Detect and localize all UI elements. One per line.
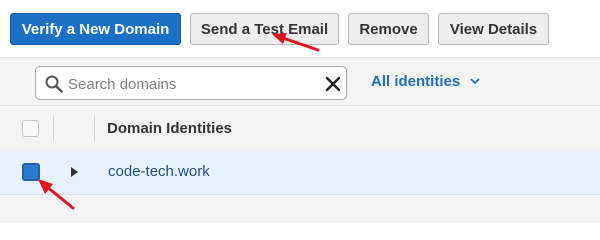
table-row[interactable]: code-tech.work xyxy=(0,151,600,195)
remove-button[interactable]: Remove xyxy=(348,13,429,45)
expand-arrow-icon[interactable] xyxy=(71,167,78,177)
column-divider xyxy=(53,116,54,141)
select-all-checkbox[interactable] xyxy=(22,120,39,137)
domain-identities-column-header[interactable]: Domain Identities xyxy=(107,120,232,137)
row-checkbox[interactable] xyxy=(22,163,40,181)
filter-label: All identities xyxy=(371,72,461,90)
toolbar: Verify a New Domain Send a Test Email Re… xyxy=(0,0,600,56)
column-divider xyxy=(94,116,95,141)
view-details-button[interactable]: View Details xyxy=(438,13,549,45)
verify-new-domain-button[interactable]: Verify a New Domain xyxy=(10,13,181,45)
close-icon[interactable] xyxy=(325,76,341,92)
search-input[interactable] xyxy=(66,72,320,96)
domain-link[interactable]: code-tech.work xyxy=(108,163,210,180)
identities-panel: All identities Domain Identities code-te… xyxy=(0,57,600,223)
identities-filter-dropdown[interactable]: All identities xyxy=(371,71,480,91)
search-box[interactable] xyxy=(35,66,347,100)
chevron-down-icon xyxy=(470,77,480,84)
send-test-email-button[interactable]: Send a Test Email xyxy=(190,13,339,45)
table-header: Domain Identities xyxy=(0,105,600,152)
search-icon xyxy=(45,75,63,93)
